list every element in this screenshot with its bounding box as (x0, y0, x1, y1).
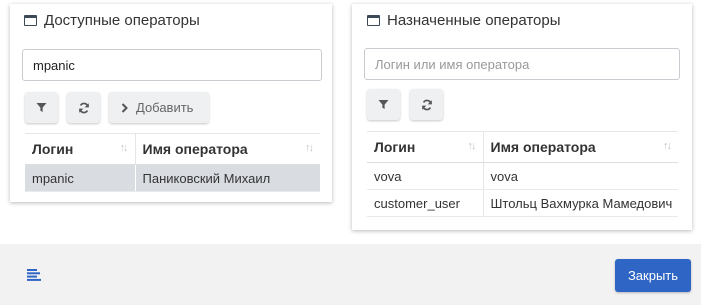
sort-icon[interactable]: ↑↓ (468, 140, 477, 152)
login-cell: mpanic (25, 164, 136, 192)
add-operator-button[interactable]: Добавить (109, 92, 209, 123)
operator-name-cell: Штольц Вахмурка Мамедович (483, 189, 678, 217)
assigned-search-input[interactable] (364, 48, 680, 80)
assigned-operators-panel: Назначенные операторы Логин ↑↓ Имя опера… (352, 4, 692, 230)
column-header-login[interactable]: Логин ↑↓ (25, 133, 136, 165)
window-icon (367, 14, 380, 26)
available-refresh-button[interactable] (67, 92, 100, 123)
login-cell: vova (367, 162, 484, 190)
table-row[interactable]: vova vova (367, 162, 678, 190)
assigned-operators-title: Назначенные операторы (387, 11, 561, 29)
available-operators-table: Логин ↑↓ Имя оператора ↑↓ mpanic Паников… (25, 133, 320, 192)
sort-icon[interactable]: ↑↓ (663, 140, 672, 152)
refresh-icon (421, 99, 432, 110)
operator-name-cell: Паниковский Михаил (135, 164, 320, 192)
assigned-operators-header: Назначенные операторы (352, 4, 692, 36)
column-header-label: Логин (32, 141, 74, 157)
table-row[interactable]: customer_user Штольц Вахмурка Мамедович (367, 189, 678, 217)
chevron-right-icon (121, 102, 128, 113)
dialog-footer: Закрыть (0, 244, 701, 305)
filter-icon (36, 103, 47, 112)
window-icon (24, 14, 37, 26)
sort-icon[interactable]: ↑↓ (305, 142, 314, 154)
assigned-operators-table: Логин ↑↓ Имя оператора ↑↓ vova vova cust… (367, 131, 678, 217)
login-cell: customer_user (367, 189, 484, 217)
assigned-filter-button[interactable] (367, 89, 400, 120)
close-button[interactable]: Закрыть (615, 259, 691, 292)
available-operators-header: Доступные операторы (10, 4, 332, 36)
table-header-row: Логин ↑↓ Имя оператора ↑↓ (367, 131, 678, 163)
available-filter-button[interactable] (25, 92, 58, 123)
available-operators-panel: Доступные операторы Добавить Логин ↑↓ (10, 4, 332, 202)
column-header-label: Логин (374, 139, 416, 155)
add-operator-label: Добавить (136, 100, 194, 115)
operator-name-cell: vova (483, 162, 678, 190)
assigned-refresh-button[interactable] (410, 89, 443, 120)
column-header-operator-name[interactable]: Имя оператора ↑↓ (135, 133, 320, 165)
column-header-login[interactable]: Логин ↑↓ (367, 131, 484, 163)
column-header-label: Имя оператора (490, 139, 596, 155)
column-header-label: Имя оператора (142, 141, 248, 157)
available-operators-title: Доступные операторы (44, 11, 200, 29)
table-row[interactable]: mpanic Паниковский Михаил (25, 164, 320, 192)
available-search-input[interactable] (22, 49, 322, 81)
table-header-row: Логин ↑↓ Имя оператора ↑↓ (25, 133, 320, 165)
column-header-operator-name[interactable]: Имя оператора ↑↓ (483, 131, 678, 163)
menu-lines-icon[interactable] (27, 269, 42, 281)
filter-icon (378, 100, 389, 109)
sort-icon[interactable]: ↑↓ (120, 142, 129, 154)
refresh-icon (78, 102, 89, 113)
